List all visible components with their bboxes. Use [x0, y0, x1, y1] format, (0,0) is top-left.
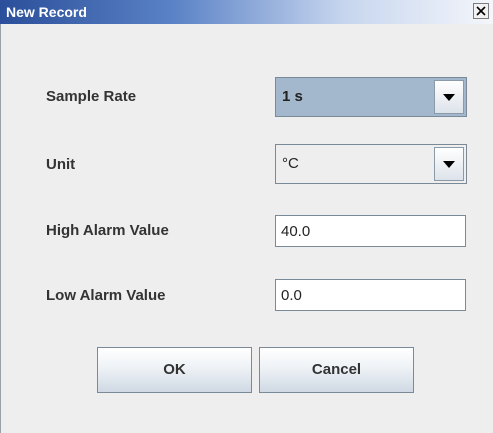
low-alarm-field[interactable]: 0.0 — [275, 279, 466, 311]
unit-select[interactable]: °C — [275, 144, 467, 184]
low-alarm-label: Low Alarm Value — [46, 287, 166, 304]
sample-rate-select[interactable]: 1 s — [275, 77, 467, 117]
close-icon — [476, 6, 486, 16]
high-alarm-field[interactable]: 40.0 — [275, 215, 466, 247]
cancel-button[interactable]: Cancel — [259, 347, 414, 393]
chevron-down-icon — [443, 161, 455, 168]
low-alarm-value: 0.0 — [281, 287, 302, 304]
window-border — [0, 24, 1, 433]
ok-button[interactable]: OK — [97, 347, 252, 393]
chevron-down-icon — [443, 94, 455, 101]
sample-rate-label: Sample Rate — [46, 88, 137, 105]
unit-dropdown-button[interactable] — [434, 147, 464, 181]
ok-button-label: OK — [163, 361, 186, 378]
cancel-button-label: Cancel — [311, 361, 362, 378]
unit-value: °C — [282, 155, 299, 172]
new-record-dialog: New Record Sample Rate 1 s Unit °C High … — [0, 0, 493, 433]
title-bar[interactable]: New Record — [0, 0, 493, 24]
high-alarm-value: 40.0 — [281, 223, 311, 240]
unit-label: Unit — [46, 156, 76, 173]
close-button[interactable] — [473, 3, 489, 19]
sample-rate-dropdown-button[interactable] — [434, 80, 464, 114]
high-alarm-label: High Alarm Value — [46, 222, 169, 239]
sample-rate-value: 1 s — [282, 88, 303, 105]
dialog-title: New Record — [6, 4, 87, 20]
